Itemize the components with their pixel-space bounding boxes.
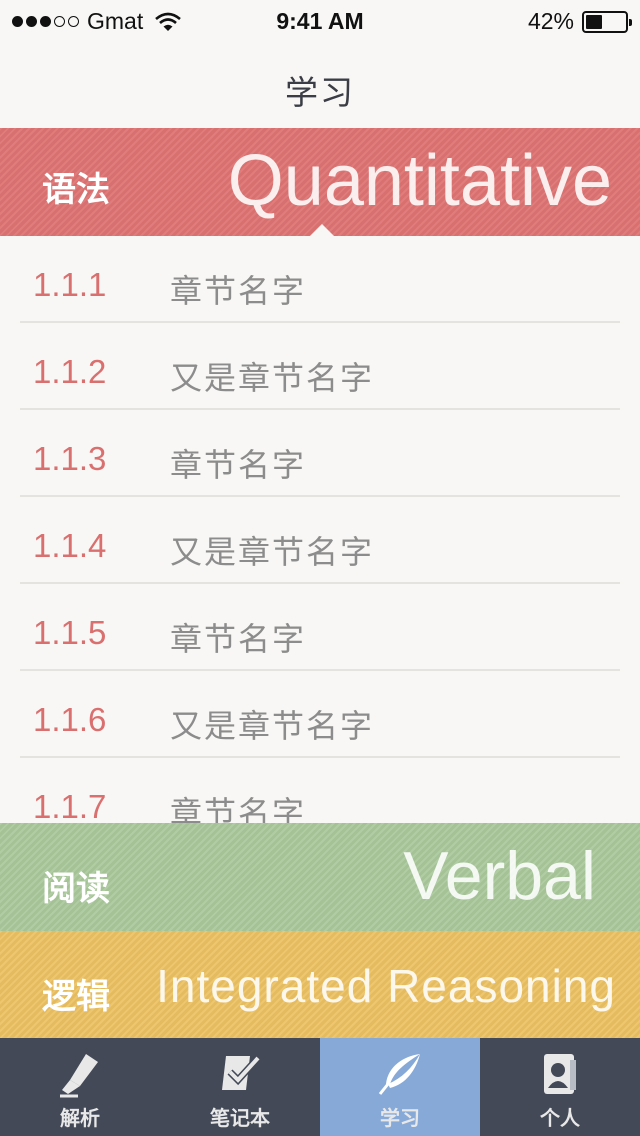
tab-label: 个人: [540, 1106, 580, 1130]
chapter-number: 1.1.3: [33, 440, 107, 477]
tab-label: 学习: [380, 1106, 420, 1130]
subject-band-integrated-reasoning[interactable]: 逻辑 Integrated Reasoning: [0, 931, 640, 1038]
chapter-number: 1.1.5: [33, 614, 107, 651]
subject-band-quantitative[interactable]: 语法 Quantitative: [0, 128, 640, 236]
subject-en-label: Integrated Reasoning: [156, 960, 616, 1012]
tab-label: 解析: [60, 1106, 100, 1130]
subject-cn-label: 阅读: [42, 869, 110, 909]
nav-bar: 学习: [0, 40, 640, 128]
tab-analysis[interactable]: 解析: [0, 1038, 160, 1136]
battery-percent: 42%: [527, 8, 574, 34]
battery-icon: [582, 10, 632, 33]
chapter-number: 1.1.4: [33, 527, 107, 564]
chapter-number: 1.1.7: [33, 788, 107, 823]
chapter-list[interactable]: 1.1.1 章节名字 1.1.2 又是章节名字 1.1.3 章节名字 1.1.4 又是章节名字…: [0, 236, 640, 823]
chapter-row[interactable]: 1.1.3 章节名字: [20, 410, 620, 497]
tab-bar: 解析 笔记本 学习 个人: [0, 1038, 640, 1136]
chapter-title: 章节名字: [170, 446, 307, 484]
chapter-title: 章节名字: [170, 272, 307, 310]
chapter-number: 1.1.6: [33, 701, 107, 738]
tab-notebook[interactable]: 笔记本: [160, 1038, 320, 1136]
selected-pointer: [310, 224, 334, 236]
battery-fill: [586, 14, 602, 29]
chapter-row[interactable]: 1.1.4 又是章节名字: [20, 497, 620, 584]
chapter-number: 1.1.2: [33, 353, 107, 390]
chapter-title: 又是章节名字: [170, 533, 375, 571]
subject-en-label: Verbal: [403, 838, 596, 914]
subject-band-verbal[interactable]: 阅读 Verbal: [0, 823, 640, 931]
chapter-row[interactable]: 1.1.2 又是章节名字: [20, 323, 620, 410]
chapter-row[interactable]: 1.1.7 章节名字: [20, 758, 620, 823]
chapter-title: 章节名字: [170, 794, 307, 823]
chapter-row[interactable]: 1.1.5 章节名字: [20, 584, 620, 671]
pen-nib-icon: [60, 1054, 98, 1098]
subject-cn-label: 逻辑: [42, 977, 110, 1017]
page-title: 学习: [285, 73, 355, 112]
notebook-check-icon: [222, 1055, 261, 1090]
chapter-number: 1.1.1: [33, 266, 107, 303]
subject-en-label: Quantitative: [227, 141, 612, 221]
status-bar: Gmat 9:41 AM 42%: [0, 0, 640, 40]
chapter-row[interactable]: 1.1.1 章节名字: [20, 236, 620, 323]
tab-profile[interactable]: 个人: [480, 1038, 640, 1136]
status-right: 42%: [527, 8, 632, 35]
chapter-title: 章节名字: [170, 620, 307, 658]
chapter-row[interactable]: 1.1.6 又是章节名字: [20, 671, 620, 758]
tab-label: 笔记本: [210, 1106, 270, 1130]
chapter-title: 又是章节名字: [170, 707, 375, 745]
chapter-title: 又是章节名字: [170, 359, 375, 397]
subject-cn-label: 语法: [42, 170, 110, 210]
tab-study[interactable]: 学习: [320, 1038, 480, 1136]
profile-card-icon: [544, 1054, 576, 1094]
feather-icon: [378, 1054, 420, 1095]
